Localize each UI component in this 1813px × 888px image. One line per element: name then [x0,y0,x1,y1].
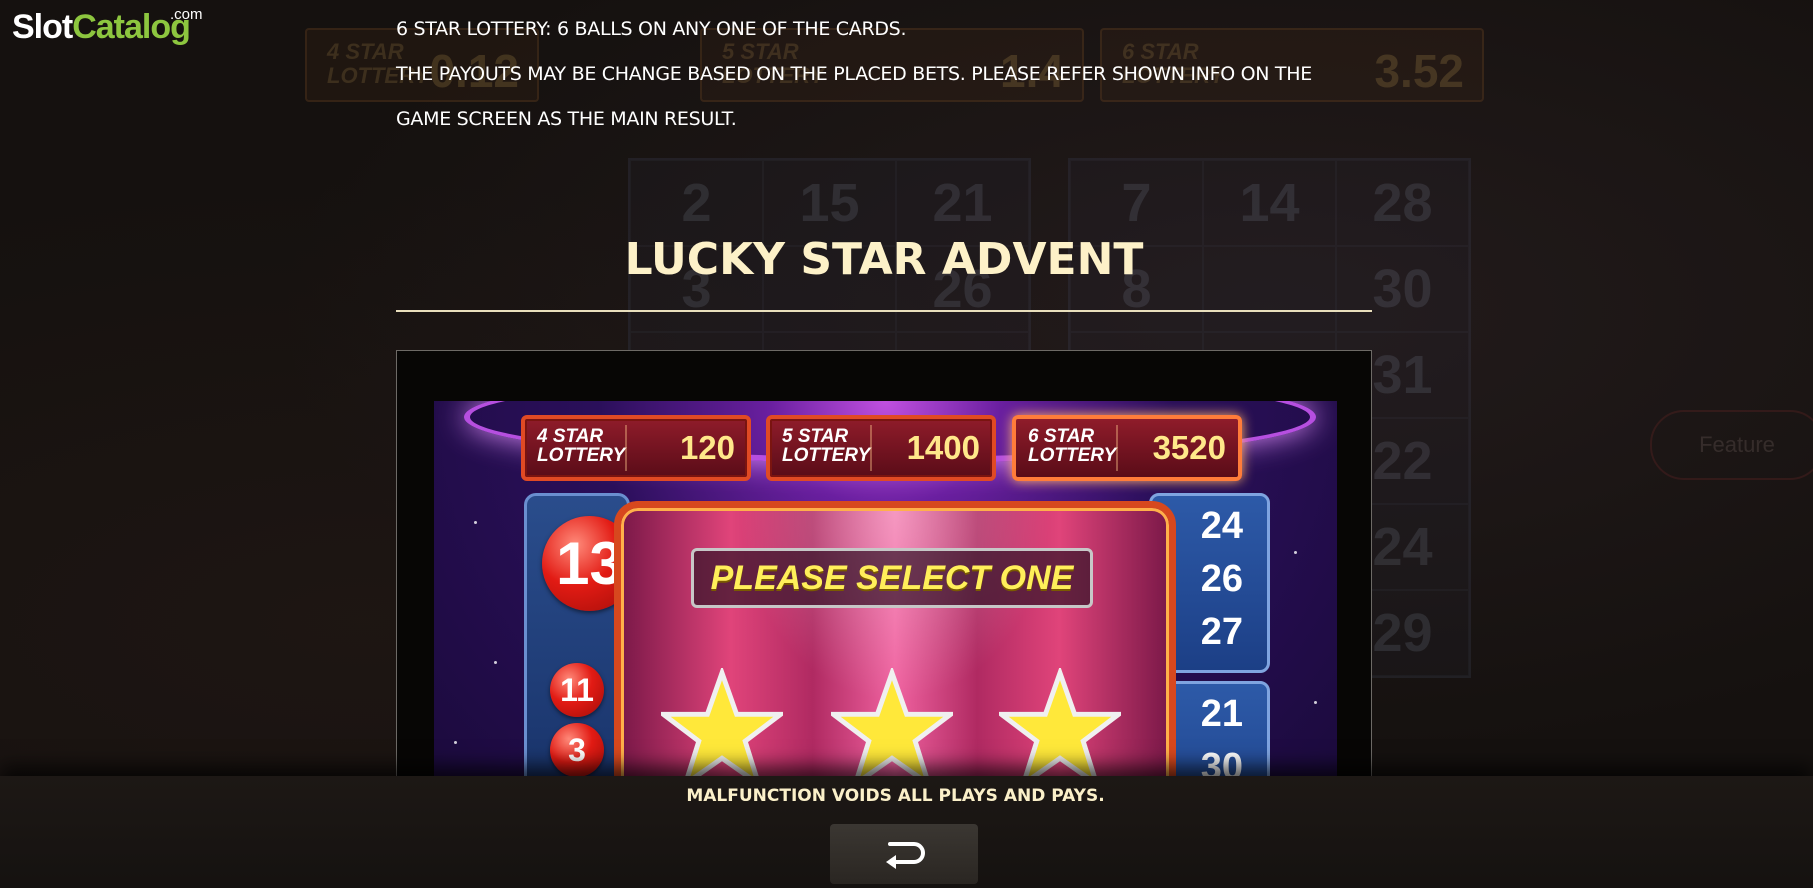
rule-line: 6 STAR LOTTERY: 6 BALLS ON ANY ONE OF TH… [396,18,907,40]
lottery-label: 5 STAR LOTTERY [782,426,871,466]
lottery-5-star: 5 STAR LOTTERY 1400 [766,415,996,481]
select-star-popup: PLEASE SELECT ONE [614,501,1176,821]
lottery-value: 120 [679,429,735,466]
lottery-value: 3520 [1152,429,1226,466]
star-icon[interactable] [661,668,783,790]
return-arrow-icon [886,842,925,869]
lottery-6-star: 6 STAR LOTTERY 3520 [1012,415,1242,481]
feature-screenshot: 4 STAR LOTTERY 120 5 STAR LOTTERY 1400 6… [434,401,1337,821]
lottery-divider [625,425,627,471]
rule-line: THE PAYOUTS MAY BE CHANGE BASED ON THE P… [396,63,1312,85]
sparkle [1314,701,1317,704]
help-page: 4 STAR LOTTERY 0.12 5 STAR LOTTERY 1.4 6… [0,0,1813,888]
rule-line: GAME SCREEN AS THE MAIN RESULT. [396,108,737,130]
section-divider [396,310,1372,312]
lottery-label: 4 STAR LOTTERY [537,426,626,466]
logo-slot: Slot [12,8,73,46]
drawn-ball: 11 [550,663,604,717]
drawn-ball: 3 [550,723,604,777]
lottery-divider [870,425,872,471]
bg-jackpot-value: 3.52 [1374,45,1464,97]
sparkle [454,741,457,744]
star-icon[interactable] [999,668,1121,790]
bg-feature-button: Feature [1650,410,1813,480]
slotcatalog-logo: SlotCatalog .com [12,6,203,47]
lottery-divider [1116,425,1118,471]
malfunction-disclaimer: MALFUNCTION VOIDS ALL PLAYS AND PAYS. [686,786,1105,806]
popup-title: PLEASE SELECT ONE [691,548,1093,608]
footer-bar: MALFUNCTION VOIDS ALL PLAYS AND PAYS. [0,776,1813,888]
sparkle [474,521,477,524]
rules-text: 6 STAR LOTTERY: 6 BALLS ON ANY ONE OF TH… [396,0,1372,142]
lottery-4-star: 4 STAR LOTTERY 120 [521,415,751,481]
star-icon[interactable] [831,668,953,790]
section-title: LUCKY STAR ADVENT [624,234,1144,285]
lottery-label: 6 STAR LOTTERY [1028,426,1117,466]
back-button[interactable] [830,824,978,884]
sparkle [1294,551,1297,554]
lottery-value: 1400 [906,429,980,466]
sparkle [494,661,497,664]
logo-com: .com [170,6,203,23]
feature-screenshot-frame: 4 STAR LOTTERY 120 5 STAR LOTTERY 1400 6… [396,350,1372,822]
